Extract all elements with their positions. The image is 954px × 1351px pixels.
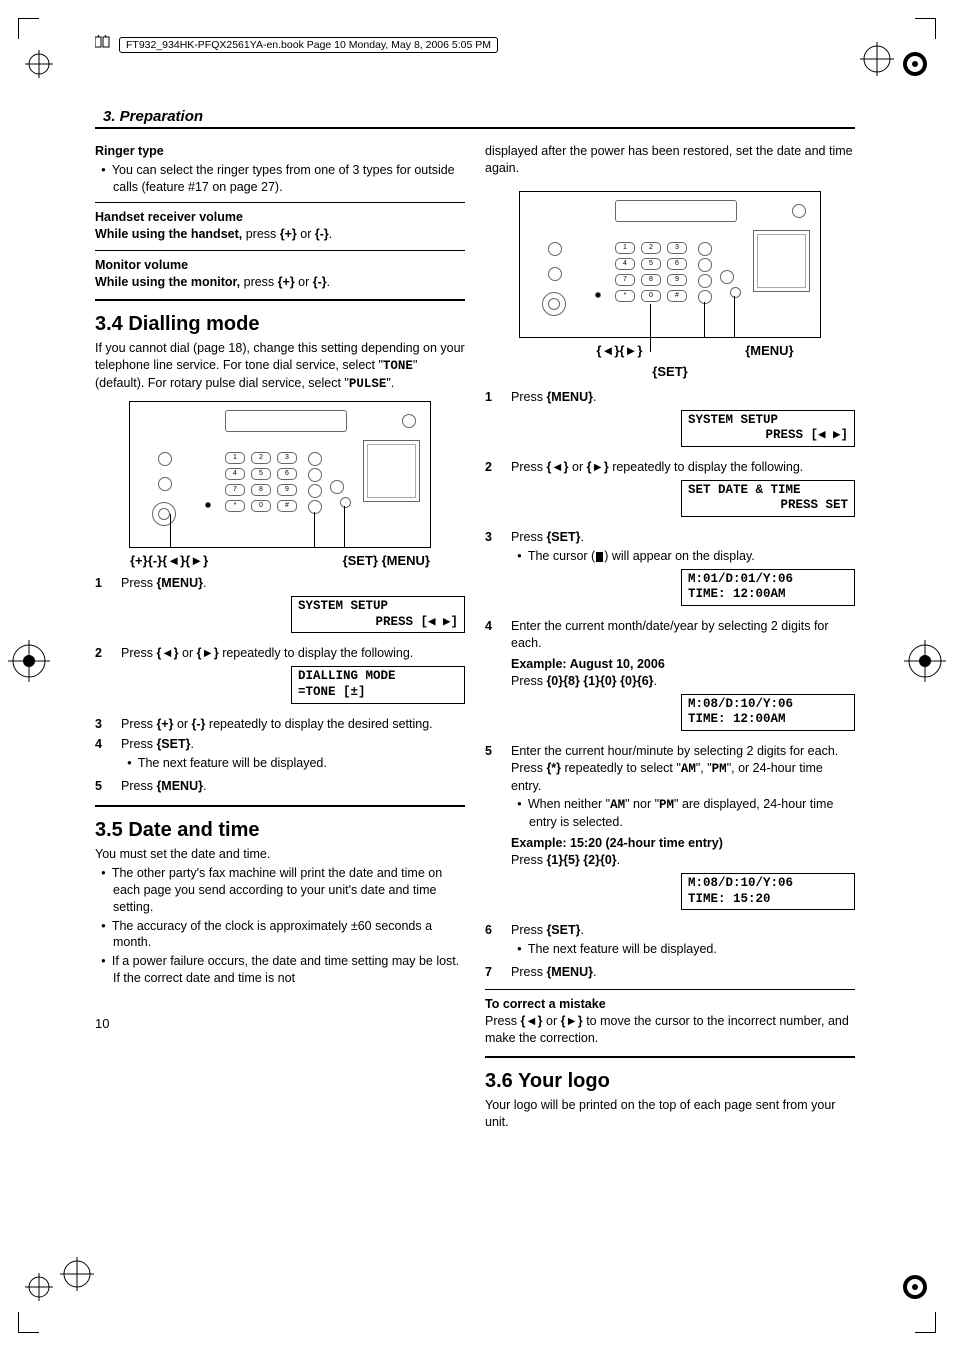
p36: Your logo will be printed on the top of … (485, 1097, 855, 1131)
correct-head: To correct a mistake (485, 996, 855, 1013)
crop-mark (915, 1312, 936, 1333)
right-column: displayed after the power has been resto… (485, 143, 855, 1131)
device-illustration: 123 456 789 *0# (519, 191, 821, 338)
divider (95, 299, 465, 301)
ringer-body: You can select the ringer types from one… (95, 162, 465, 196)
divider (95, 250, 465, 251)
registration-mark-icon (60, 1257, 94, 1291)
cursor-icon (596, 552, 603, 562)
divider (485, 989, 855, 990)
step-35-6: Press {SET}. The next feature will be di… (511, 922, 855, 960)
lcd-display: SYSTEM SETUPPRESS [◀ ▶] (291, 596, 465, 633)
step-34-4: Press {SET}. The next feature will be di… (121, 736, 465, 774)
lcd-display: SET DATE & TIMEPRESS SET (681, 480, 855, 517)
p35-b2: The accuracy of the clock is approximate… (95, 918, 465, 952)
device-key-labels: {◄}{►} {MENU} (485, 342, 875, 360)
step-35-3: Press {SET}. The cursor () will appear o… (511, 529, 855, 614)
device-illustration: 123 456 789 *0# (129, 401, 431, 548)
divider (95, 202, 465, 203)
correct-body: Press {◄} or {►} to move the cursor to t… (485, 1013, 855, 1047)
heading-35: 3.5 Date and time (95, 817, 465, 844)
page-number: 10 (95, 1015, 465, 1033)
p34: If you cannot dial (page 18), change thi… (95, 340, 465, 393)
step-34-3: Press {+} or {-} repeatedly to display t… (121, 716, 465, 733)
ringer-head: Ringer type (95, 143, 465, 160)
lcd-display: M:08/D:10/Y:06TIME: 15:20 (681, 873, 855, 910)
step-34-1: Press {MENU}. SYSTEM SETUPPRESS [◀ ▶] (121, 575, 465, 641)
step-34-5: Press {MENU}. (121, 778, 465, 795)
monitor-head: Monitor volume (95, 257, 465, 274)
p35a: You must set the date and time. (95, 846, 465, 863)
left-column: Ringer type You can select the ringer ty… (95, 143, 465, 1131)
registration-mark-icon (901, 50, 929, 78)
lcd-display: M:08/D:10/Y:06TIME: 12:00AM (681, 694, 855, 731)
crop-mark (18, 1312, 39, 1333)
lcd-display: M:01/D:01/Y:06TIME: 12:00AM (681, 569, 855, 606)
p35-b3: If a power failure occurs, the date and … (95, 953, 465, 987)
step-35-1: Press {MENU}. SYSTEM SETUPPRESS [◀ ▶] (511, 389, 855, 455)
handset-body: While using the handset, press {+} or {-… (95, 226, 465, 243)
p35-b1: The other party's fax machine will print… (95, 865, 465, 916)
registration-mark-icon (25, 50, 53, 78)
section-title: 3. Preparation (103, 108, 855, 125)
step-35-2: Press {◄} or {►} repeatedly to display t… (511, 459, 855, 525)
crop-mark (915, 18, 936, 39)
binder-icon (95, 35, 113, 54)
lcd-display: SYSTEM SETUPPRESS [◀ ▶] (681, 410, 855, 447)
registration-mark-icon (8, 640, 50, 682)
handset-head: Handset receiver volume (95, 209, 465, 226)
divider (95, 127, 855, 129)
lcd-display: DIALLING MODE=TONE [±] (291, 666, 465, 703)
registration-mark-icon (25, 1273, 53, 1301)
step-34-2: Press {◄} or {►} repeatedly to display t… (121, 645, 465, 711)
continuation: displayed after the power has been resto… (485, 143, 855, 177)
step-35-4: Enter the current month/date/year by sel… (511, 618, 855, 739)
step-35-7: Press {MENU}. (511, 964, 855, 981)
monitor-body: While using the monitor, press {+} or {-… (95, 274, 465, 291)
registration-mark-icon (904, 640, 946, 682)
device-key-labels: {+}{-}{◄}{►} {SET} {MENU} (130, 552, 430, 570)
divider (485, 1056, 855, 1058)
crop-mark (18, 18, 39, 39)
registration-mark-icon (901, 1273, 929, 1301)
header-docline: FT932_934HK-PFQX2561YA-en.book Page 10 M… (119, 37, 498, 53)
registration-mark-icon (860, 42, 894, 76)
step-35-5: Enter the current hour/minute by selecti… (511, 743, 855, 918)
heading-34: 3.4 Dialling mode (95, 311, 465, 338)
heading-36: 3.6 Your logo (485, 1068, 855, 1095)
divider (95, 805, 465, 807)
device-set-label: {SET} (485, 363, 855, 381)
